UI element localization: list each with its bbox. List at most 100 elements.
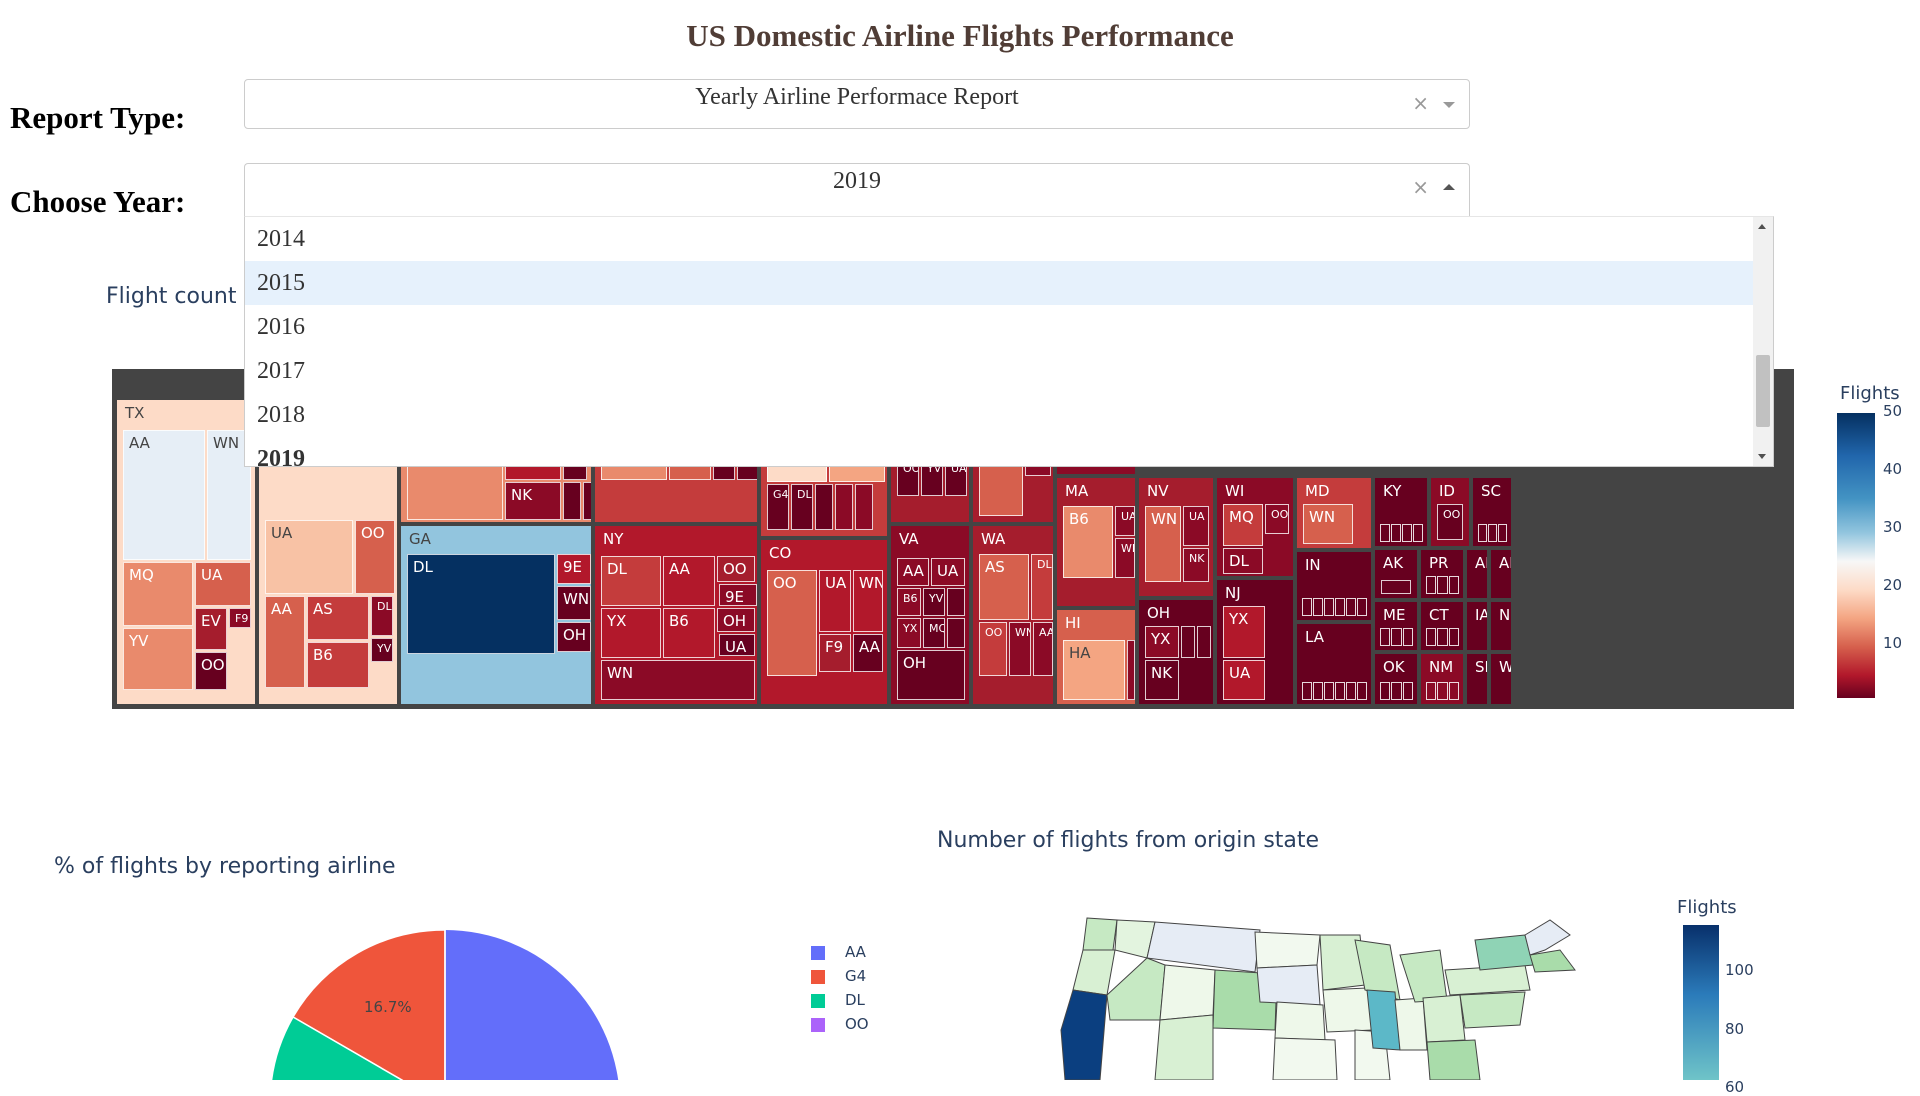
treemap-airline-tile[interactable] [583, 482, 591, 520]
treemap-airline-tile[interactable]: AA [1033, 622, 1053, 676]
treemap-mini-tile[interactable] [1346, 598, 1356, 616]
treemap-airline-tile[interactable]: B6 [307, 642, 369, 688]
treemap-airline-tile[interactable] [947, 588, 965, 616]
treemap-airline-tile[interactable]: NK [1145, 660, 1179, 700]
treemap-state-card[interactable]: HI HA [1056, 609, 1136, 705]
treemap-mini-tile[interactable] [1313, 598, 1323, 616]
treemap-airline-tile[interactable]: AA [663, 556, 715, 606]
treemap-mini-tile[interactable] [1380, 524, 1390, 542]
treemap-airline-tile[interactable]: B6 [1063, 506, 1113, 578]
treemap-airline-tile[interactable]: MQ [923, 618, 945, 648]
treemap-mini-tile[interactable] [1402, 524, 1412, 542]
treemap-airline-tile[interactable]: UA [1183, 506, 1209, 546]
treemap-mini-tile[interactable] [1391, 628, 1402, 646]
treemap-airline-tile[interactable]: UA [931, 558, 965, 586]
treemap-airline-tile[interactable] [1127, 640, 1135, 700]
treemap-state-card[interactable]: PR [1420, 549, 1464, 599]
treemap-airline-tile[interactable]: OO [979, 622, 1007, 676]
treemap-airline-tile[interactable]: OO [355, 520, 395, 594]
treemap-airline-tile[interactable]: YX [897, 618, 921, 648]
treemap-airline-tile[interactable]: WN [557, 586, 591, 620]
year-option[interactable]: 2017 [245, 349, 1753, 393]
treemap-state-card[interactable]: IN [1296, 551, 1372, 621]
treemap-airline-tile[interactable]: 9E [719, 584, 757, 606]
treemap-mini-tile[interactable] [1413, 524, 1423, 542]
treemap-airline-tile[interactable]: AS [307, 596, 369, 640]
treemap-airline-tile[interactable]: UA [719, 634, 755, 656]
treemap-state-card[interactable]: ID OO [1430, 477, 1470, 547]
treemap-mini-tile[interactable] [1324, 598, 1334, 616]
treemap-airline-tile[interactable]: HA [1063, 640, 1125, 700]
treemap-airline-tile[interactable]: WN [1303, 504, 1353, 544]
treemap-mini-tile[interactable] [1426, 682, 1437, 700]
year-option-selected[interactable]: 2019 [245, 437, 1753, 466]
treemap-state-card[interactable]: KY [1374, 477, 1428, 547]
treemap-airline-tile[interactable] [855, 484, 873, 530]
treemap-airline-tile[interactable]: DL [371, 596, 393, 636]
treemap-airline-tile[interactable]: EV [195, 608, 227, 650]
treemap-airline-tile[interactable]: OO [1437, 504, 1463, 540]
treemap-airline-tile[interactable]: NK [1183, 548, 1209, 582]
treemap-airline-tile[interactable]: 9E [557, 554, 591, 584]
treemap-airline-tile[interactable]: OO [1265, 504, 1289, 534]
treemap-state-card[interactable]: NM [1420, 653, 1464, 705]
treemap-mini-tile[interactable] [1380, 682, 1391, 700]
treemap-airline-tile[interactable]: F9 [819, 634, 851, 672]
treemap-state-card[interactable]: IA [1466, 601, 1488, 651]
treemap-state-card[interactable]: NY DL AA OO 9E YX B6 OH UA WN [594, 525, 758, 705]
treemap-mini-tile[interactable] [1448, 628, 1459, 646]
treemap-airline-tile[interactable]: G4 [767, 484, 789, 530]
treemap-airline-tile[interactable]: UA [1223, 660, 1265, 700]
treemap-airline-tile[interactable]: B6 [663, 608, 715, 658]
treemap-mini-tile[interactable] [1380, 628, 1391, 646]
treemap-airline-tile[interactable]: AA [897, 558, 929, 586]
treemap-mini-tile[interactable] [1391, 682, 1402, 700]
treemap-mini-tile[interactable] [1478, 524, 1487, 542]
treemap-state-card[interactable]: CO OO UA WN F9 AA [760, 539, 888, 705]
treemap-airline-tile[interactable] [1381, 580, 1411, 594]
treemap-airline-tile[interactable]: YX [1223, 606, 1265, 658]
year-option[interactable]: 2014 [245, 217, 1753, 261]
treemap-airline-tile[interactable]: WN [601, 660, 755, 700]
treemap-state-card[interactable]: VA AA UA B6 YV YX MQ OH [890, 525, 970, 705]
treemap-state-card[interactable]: WY [1490, 653, 1512, 705]
treemap-mini-tile[interactable] [1402, 628, 1413, 646]
treemap-airline-tile[interactable]: UA [195, 562, 251, 606]
treemap-mini-tile[interactable] [1437, 576, 1448, 594]
treemap-airline-tile[interactable]: YX [1145, 626, 1179, 658]
treemap-state-card[interactable]: OH YX NK [1138, 599, 1214, 705]
scroll-down-icon[interactable] [1758, 454, 1766, 459]
treemap-airline-tile[interactable]: DL [1223, 548, 1263, 574]
treemap-airline-tile[interactable] [947, 618, 965, 648]
treemap-airline-tile[interactable]: MQ [1223, 504, 1263, 546]
treemap-mini-tile[interactable] [1402, 682, 1413, 700]
treemap-state-card[interactable]: GA DL 9E WN OH [400, 525, 592, 705]
treemap-airline-tile[interactable]: WN [1009, 622, 1031, 676]
chevron-up-icon[interactable] [1443, 184, 1455, 190]
treemap-airline-tile[interactable] [1181, 626, 1195, 658]
treemap-airline-tile[interactable]: OH [717, 608, 755, 632]
treemap-airline-tile[interactable]: AA [265, 596, 305, 688]
treemap-airline-tile[interactable]: B6 [897, 588, 921, 616]
treemap-airline-tile[interactable]: AA [853, 634, 883, 672]
treemap-mini-tile[interactable] [1426, 576, 1437, 594]
treemap-state-card[interactable]: AR [1490, 549, 1512, 599]
report-type-clear-icon[interactable]: × [1412, 93, 1429, 113]
treemap-mini-tile[interactable] [1437, 628, 1448, 646]
treemap-airline-tile[interactable]: UA [1115, 506, 1135, 536]
treemap-mini-tile[interactable] [1498, 524, 1507, 542]
menu-scrollbar[interactable] [1753, 217, 1773, 466]
year-dropdown[interactable]: 2019 × [244, 163, 1470, 217]
treemap-mini-tile[interactable] [1437, 682, 1448, 700]
treemap-airline-tile[interactable]: F9 [229, 608, 251, 628]
treemap-state-card[interactable]: NE [1490, 601, 1512, 651]
treemap-airline-tile[interactable]: OH [557, 622, 591, 652]
treemap-mini-tile[interactable] [1391, 524, 1401, 542]
treemap-airline-tile[interactable]: DL [601, 556, 661, 606]
treemap-state-card[interactable]: AL [1466, 549, 1488, 599]
treemap-mini-tile[interactable] [1313, 682, 1323, 700]
treemap-airline-tile[interactable]: WN [1115, 538, 1135, 578]
year-clear-icon[interactable]: × [1412, 177, 1429, 197]
treemap-state-card[interactable]: TX AA WN MQ UA YV EV OO F9 [116, 399, 256, 705]
treemap-mini-tile[interactable] [1302, 598, 1312, 616]
